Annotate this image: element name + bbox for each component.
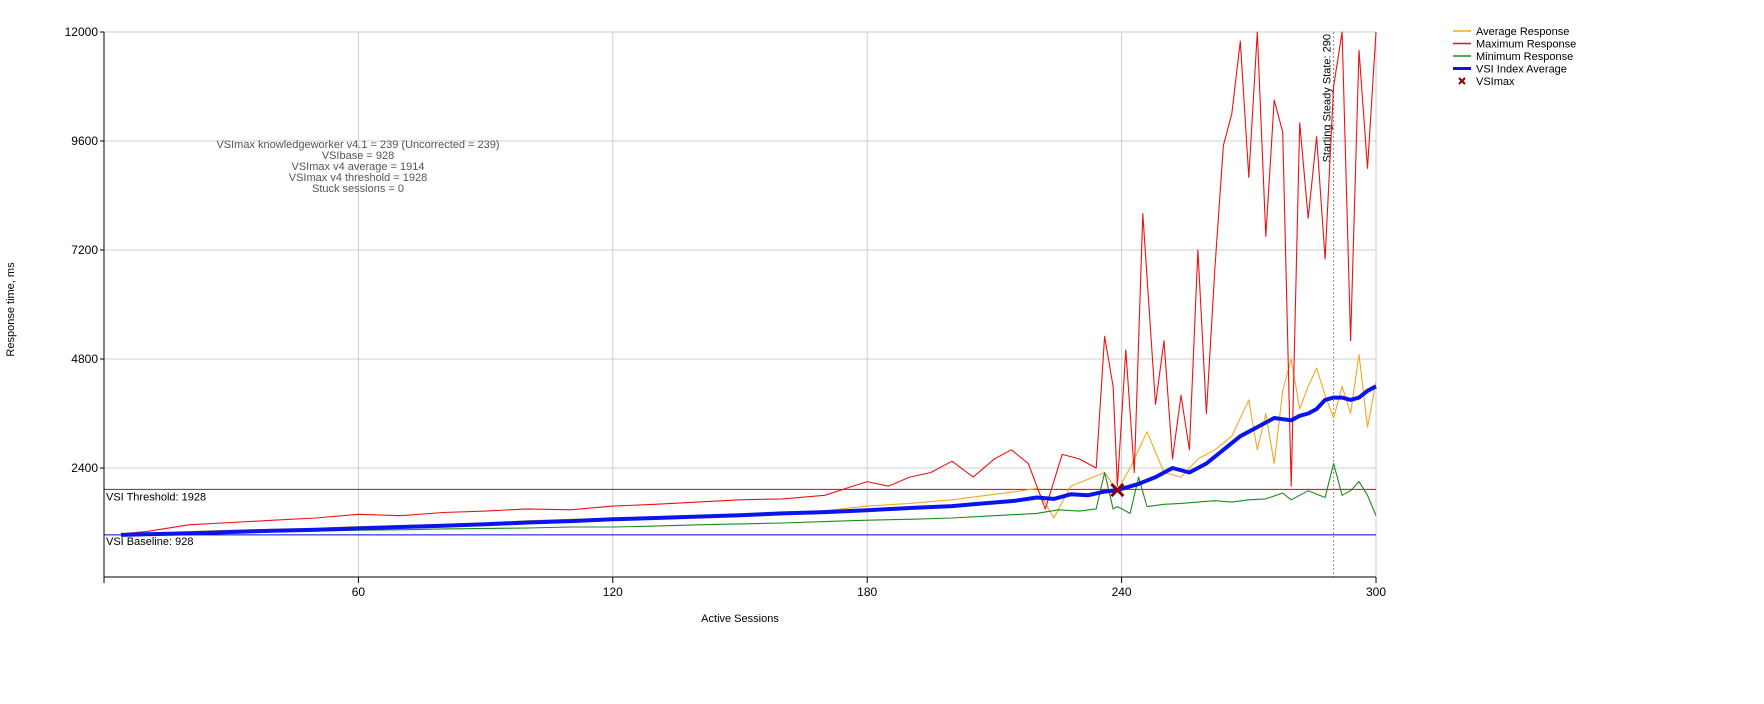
legend-label: Average Response	[1476, 26, 1569, 38]
y-tick-label-0: 2400	[71, 461, 98, 475]
legend-swatch-x	[1458, 77, 1466, 85]
y-tick-label-3: 9600	[71, 134, 98, 148]
y-axis-title: Response time, ms	[5, 262, 17, 357]
legend-item-minimum-response: Minimum Response	[1453, 51, 1573, 63]
vsi-threshold-label: VSI Threshold: 1928	[106, 491, 206, 503]
legend-item-average-response: Average Response	[1453, 26, 1569, 38]
legend-label: VSImax	[1476, 76, 1515, 88]
y-tick-label-1: 4800	[71, 352, 98, 366]
y-tick-label-4: 12000	[65, 25, 99, 39]
legend-label: VSI Index Average	[1476, 64, 1567, 76]
axes	[103, 32, 1376, 578]
legend-item-vsi-index-average: VSI Index Average	[1453, 64, 1567, 76]
legend-label: Minimum Response	[1476, 51, 1573, 63]
x-tick-label-1: 120	[603, 585, 623, 599]
x-tick-label-0: 60	[352, 585, 366, 599]
legend-item-maximum-response: Maximum Response	[1453, 39, 1576, 51]
y-tick-label-2: 7200	[71, 243, 98, 257]
stats-annotation: VSImax knowledgeworker v4.1 = 239 (Uncor…	[216, 139, 499, 195]
tick-labels: 2400 4800 7200 9600 12000 60 120 180 240 300	[65, 25, 1387, 599]
legend-label: Maximum Response	[1476, 39, 1576, 51]
legend-item-vsimax: VSImax	[1458, 76, 1515, 88]
grid-lines	[104, 31, 1377, 577]
x-tick-label-4: 300	[1366, 585, 1386, 599]
x-tick-label-2: 180	[857, 585, 877, 599]
vsi-baseline-label: VSI Baseline: 928	[106, 536, 193, 548]
series-line-average-response	[120, 353, 1377, 536]
response-time-chart: VSI Threshold: 1928 VSI Baseline: 928 St…	[5, 25, 1576, 625]
x-axis-title: Active Sessions	[701, 613, 779, 625]
legend: Average ResponseMaximum ResponseMinimum …	[1453, 26, 1576, 88]
x-tick-label-3: 240	[1112, 585, 1132, 599]
reference-lines: VSI Threshold: 1928 VSI Baseline: 928 St…	[104, 32, 1376, 577]
series-line-maximum-response	[120, 31, 1377, 535]
series-lines	[120, 31, 1377, 537]
stats-line-4: Stuck sessions = 0	[312, 183, 404, 195]
series-line-vsi-index-average	[120, 384, 1377, 537]
steady-state-label: Starting Steady State: 290	[1322, 34, 1334, 162]
